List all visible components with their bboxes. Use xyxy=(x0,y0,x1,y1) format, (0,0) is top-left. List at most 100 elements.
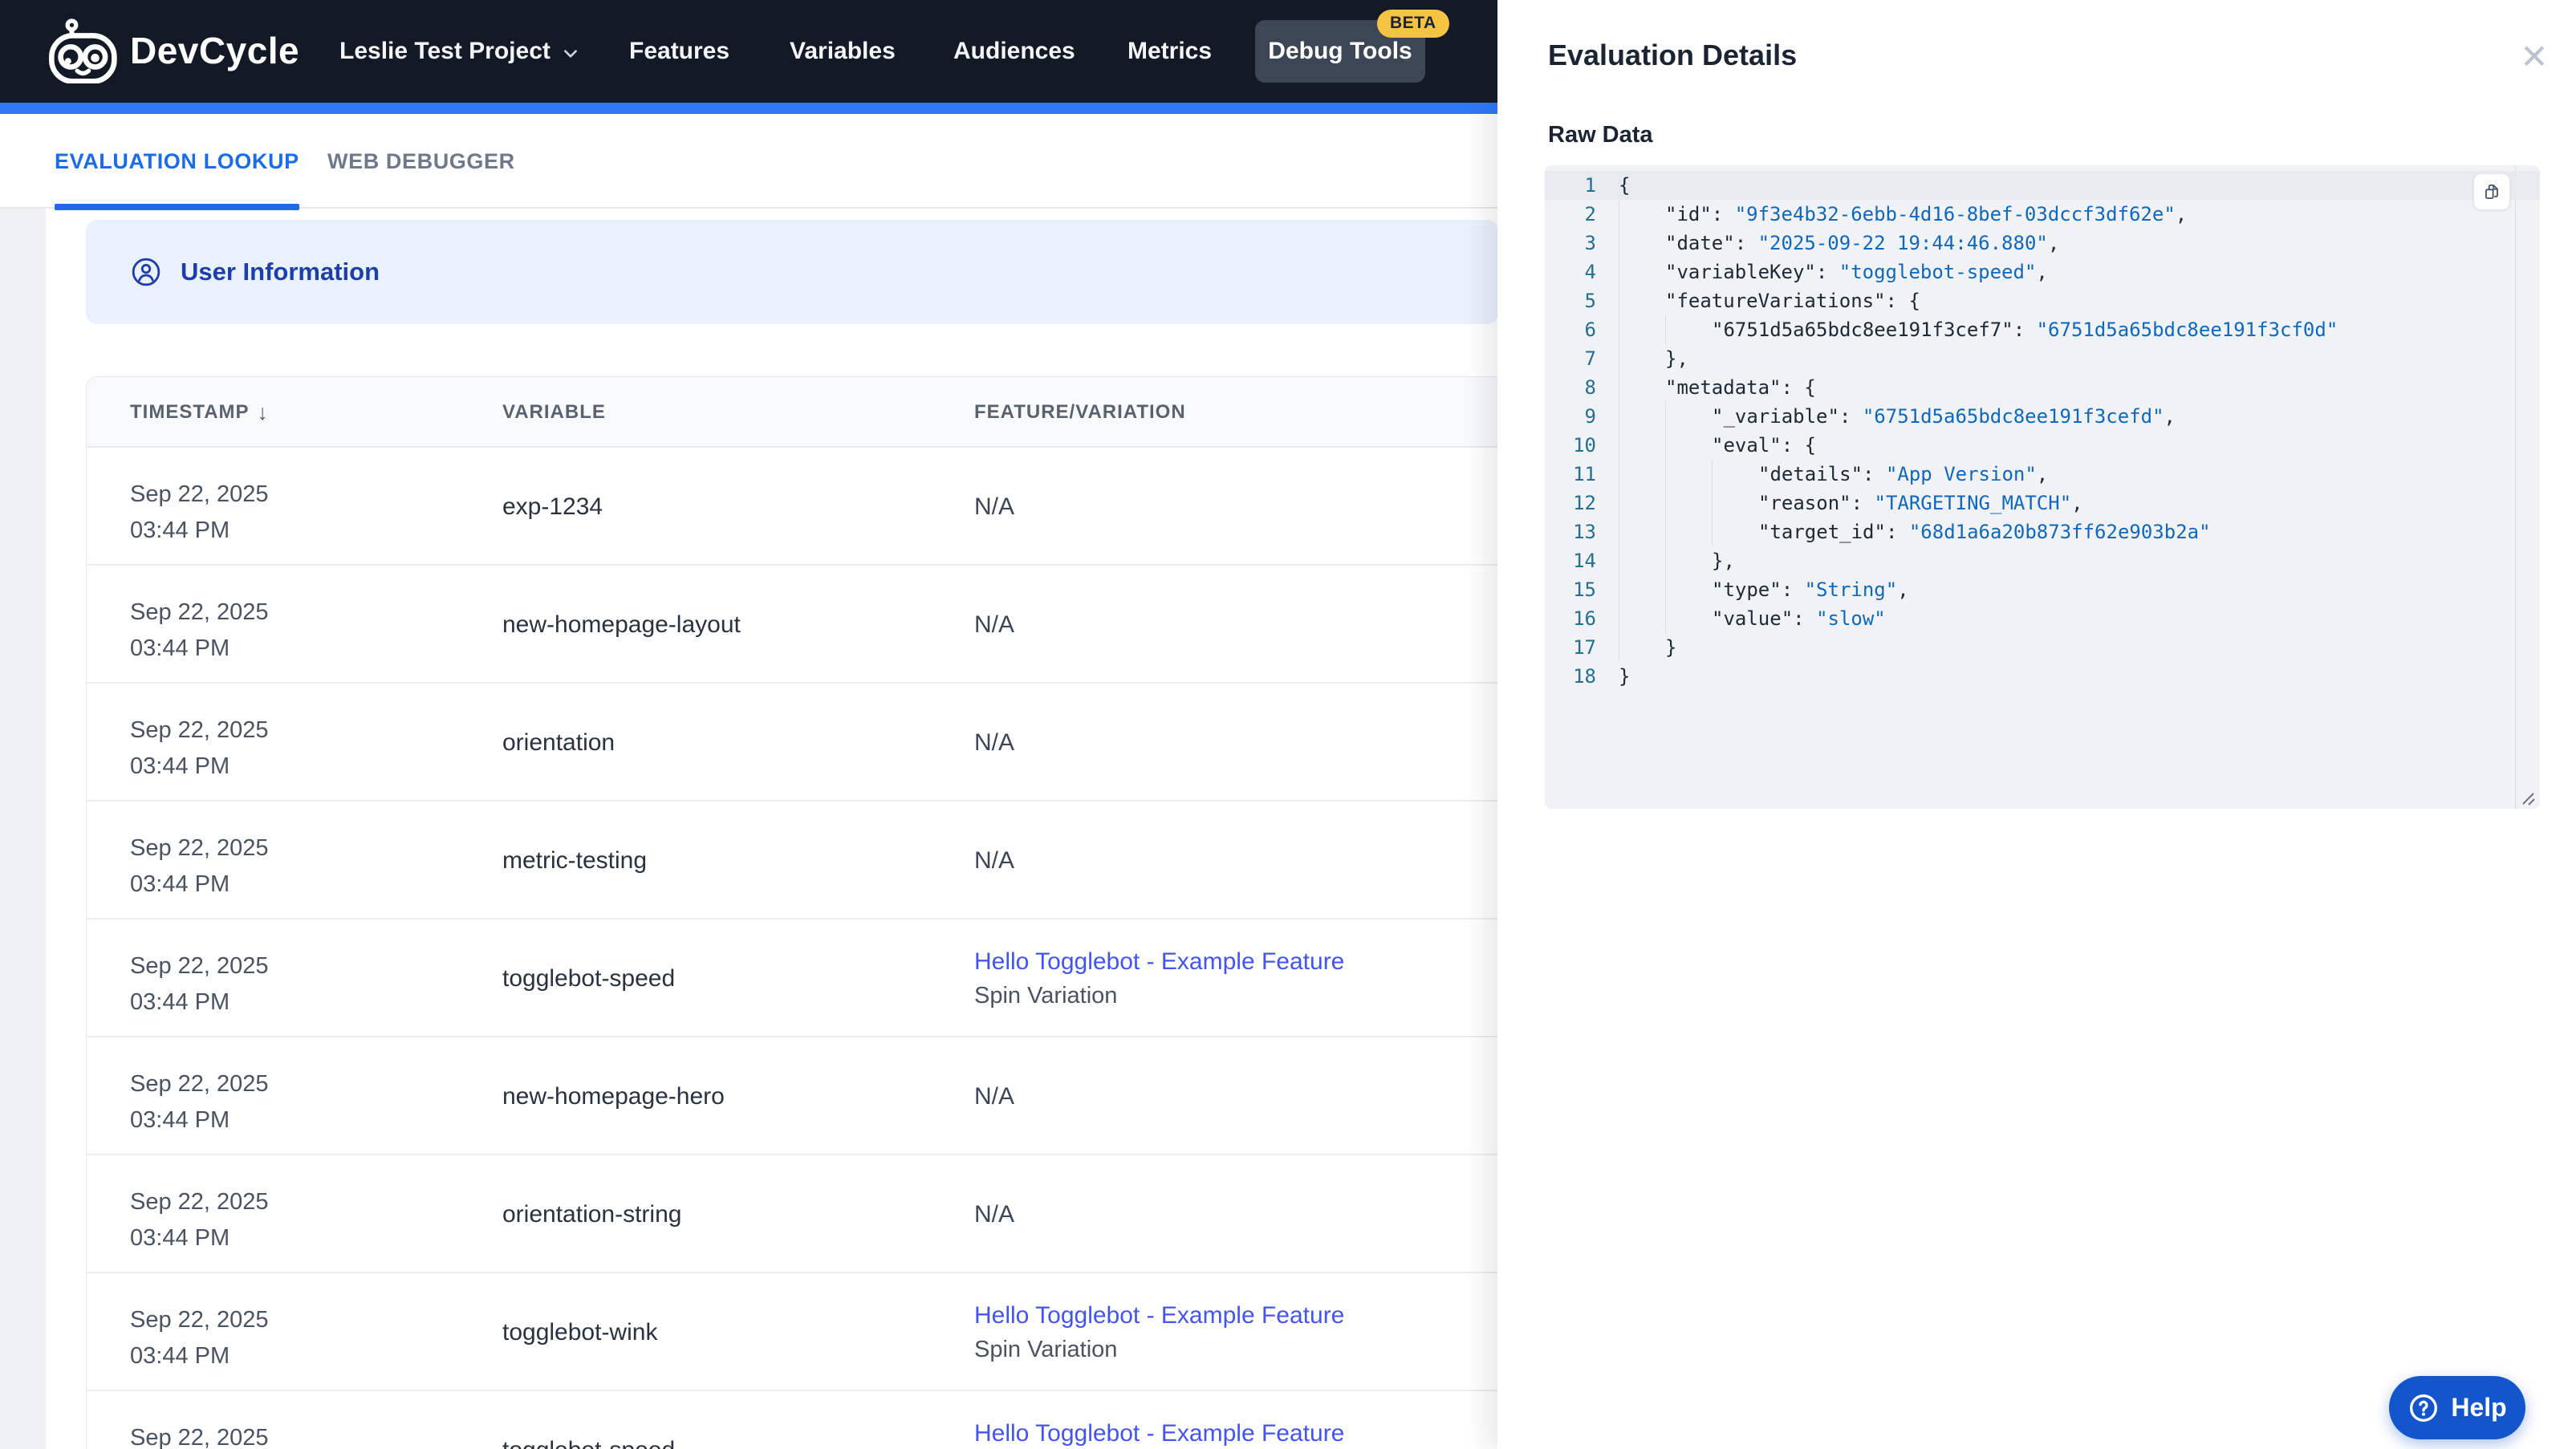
feature-na-value: N/A xyxy=(974,493,1015,520)
feature-cell: N/A xyxy=(974,802,1014,919)
help-button[interactable]: Help xyxy=(2389,1376,2525,1439)
table-header: TIMESTAMP ↓ VARIABLE FEATURE/VARIATION xyxy=(87,377,1497,448)
table-row[interactable]: Sep 22, 2025 03:44 PM metric-testing N/A xyxy=(87,802,1497,919)
feature-cell: N/A xyxy=(974,684,1014,802)
line-number: 17 xyxy=(1573,636,1596,659)
table-row[interactable]: Sep 22, 2025 03:44 PM orientation-string N/… xyxy=(87,1155,1497,1273)
feature-cell: Hello Togglebot - Example FeatureSpin Va… xyxy=(974,1273,1344,1391)
line-number: 12 xyxy=(1573,492,1596,514)
panel-title: Evaluation Details xyxy=(1548,39,1798,71)
page-gutter xyxy=(0,209,46,1449)
code-text: "date": "2025-09-22 19:44:46.880", xyxy=(1619,229,2059,258)
feature-link[interactable]: Hello Togglebot - Example Feature xyxy=(974,945,1344,979)
chevron-down-icon xyxy=(563,50,577,58)
column-header-timestamp[interactable]: TIMESTAMP ↓ xyxy=(130,377,269,448)
raw-data-label: Raw Data xyxy=(1548,122,1653,148)
variable-cell: new-homepage-layout xyxy=(502,611,741,638)
code-text: } xyxy=(1619,665,1631,688)
main-content: User Information TIMESTAMP ↓ VARIABLE FE… xyxy=(46,209,1497,1449)
timestamp-cell: Sep 22, 202503:44 PM xyxy=(130,481,269,543)
variable-cell: orientation-string xyxy=(502,1200,682,1228)
feature-cell: N/A xyxy=(974,1155,1014,1273)
code-text: { xyxy=(1619,174,1631,197)
feature-cell: N/A xyxy=(974,1037,1014,1155)
nav-item-metrics[interactable]: Metrics xyxy=(1128,0,1212,103)
code-text: "eval": { xyxy=(1619,431,1816,460)
line-number: 9 xyxy=(1584,405,1596,428)
variable-cell: togglebot-speed xyxy=(502,964,676,992)
column-header-variable: VARIABLE xyxy=(502,377,606,448)
evaluations-table: TIMESTAMP ↓ VARIABLE FEATURE/VARIATION S… xyxy=(86,376,1497,1449)
feature-na-value: N/A xyxy=(974,1082,1015,1110)
beta-badge: BETA xyxy=(1377,10,1449,38)
table-row[interactable]: Sep 22, 2025 03:44 PM togglebot-wink Hello … xyxy=(87,1273,1497,1391)
line-number: 7 xyxy=(1584,347,1596,370)
line-number: 2 xyxy=(1584,203,1596,225)
code-text: "variableKey": "togglebot-speed", xyxy=(1619,258,2048,286)
feature-cell: Hello Togglebot - Example FeatureSpin Va… xyxy=(974,1391,1344,1449)
help-button-label: Help xyxy=(2451,1393,2507,1422)
column-header-feature: FEATURE/VARIATION xyxy=(974,377,1186,448)
feature-cell: N/A xyxy=(974,448,1014,566)
user-information-title: User Information xyxy=(181,258,380,286)
code-line: 1{ xyxy=(1545,171,2540,200)
resize-handle-icon[interactable] xyxy=(2517,788,2537,807)
timestamp-cell: Sep 22, 202503:44 PM xyxy=(130,835,269,897)
code-text: "featureVariations": { xyxy=(1619,286,1920,315)
variation-label: Spin Variation xyxy=(974,982,1118,1009)
line-number: 13 xyxy=(1573,521,1596,543)
nav-item-audiences[interactable]: Audiences xyxy=(953,0,1075,103)
table-body: Sep 22, 2025 03:44 PM exp-1234 N/A Sep 22, 2… xyxy=(87,448,1497,1449)
table-row[interactable]: Sep 22, 2025 03:44 PM new-homepage-layout N… xyxy=(87,566,1497,684)
feature-link[interactable]: Hello Togglebot - Example Feature xyxy=(974,1417,1344,1449)
feature-cell: N/A xyxy=(974,566,1014,684)
code-text: }, xyxy=(1619,546,1735,575)
table-row[interactable]: Sep 22, 2025 03:44 PM orientation N/A xyxy=(87,684,1497,802)
line-number: 3 xyxy=(1584,232,1596,254)
table-row[interactable]: Sep 22, 2025 03:44 PM new-homepage-hero N/A xyxy=(87,1037,1497,1155)
code-text: "_variable": "6751d5a65bdc8ee191f3cefd", xyxy=(1619,402,2176,431)
line-number: 1 xyxy=(1584,174,1596,197)
code-line: 18} xyxy=(1545,662,2540,691)
timestamp-cell: Sep 22, 202503:44 PM xyxy=(130,717,269,779)
timestamp-cell: Sep 22, 202503:44 PM xyxy=(130,1071,269,1133)
variable-header-label: VARIABLE xyxy=(502,401,606,423)
code-text: "6751d5a65bdc8ee191f3cef7": "6751d5a65bd… xyxy=(1619,315,2338,344)
feature-na-value: N/A xyxy=(974,1200,1015,1228)
feature-cell: Hello Togglebot - Example Feature Spin Va… xyxy=(974,919,1344,1037)
code-line: 17} xyxy=(1545,633,2540,662)
timestamp-cell: Sep 22, 202503:44 PM xyxy=(130,599,269,661)
devcycle-logo[interactable]: DevCycle xyxy=(48,18,299,83)
table-row[interactable]: Sep 22, 202503:44 PM togglebot-speed Hello… xyxy=(87,919,1497,1037)
timestamp-cell: Sep 22, 202503:44 PM xyxy=(130,1425,269,1449)
variable-cell: exp-1234 xyxy=(502,493,603,520)
feature-na-value: N/A xyxy=(974,846,1015,874)
table-row[interactable]: Sep 22, 202503:44 PM togglebot-speed Hello… xyxy=(87,1391,1497,1449)
line-number: 8 xyxy=(1584,376,1596,399)
line-number: 5 xyxy=(1584,290,1596,312)
nav-item-features[interactable]: Features xyxy=(629,0,729,103)
user-information-banner[interactable]: User Information xyxy=(86,220,1497,324)
nav-item-variables[interactable]: Variables xyxy=(790,0,896,103)
code-line: 9 "_variable": "6751d5a65bdc8ee191f3cefd"… xyxy=(1545,402,2540,431)
tab-web-debugger[interactable]: WEB DEBUGGER xyxy=(327,114,515,209)
tab-evaluation-lookup[interactable]: EVALUATION LOOKUP xyxy=(55,114,299,210)
code-text: "details": "App Version", xyxy=(1619,460,2048,489)
copy-button[interactable] xyxy=(2473,173,2510,210)
brand-name: DevCycle xyxy=(130,30,300,71)
close-icon[interactable]: ✕ xyxy=(2512,34,2557,79)
line-number: 4 xyxy=(1584,261,1596,283)
table-row[interactable]: Sep 22, 2025 03:44 PM exp-1234 N/A xyxy=(87,448,1497,566)
code-text: "target_id": "68d1a6a20b873ff62e903b2a" xyxy=(1619,518,2211,546)
code-lines: 1{2 "id": "9f3e4b32-6ebb-4d16-8bef-03dccf… xyxy=(1545,171,2540,691)
code-text: } xyxy=(1619,633,1676,662)
feature-link[interactable]: Hello Togglebot - Example Feature xyxy=(974,1299,1344,1333)
line-number: 11 xyxy=(1573,463,1596,485)
devcycle-robot-icon xyxy=(49,18,117,83)
code-text: }, xyxy=(1619,344,1688,373)
feature-na-value: N/A xyxy=(974,729,1015,756)
project-selector[interactable]: Leslie Test Project xyxy=(339,0,579,103)
variable-cell: togglebot-speed xyxy=(502,1391,675,1449)
app-root: DevCycle Leslie Test Project Features Va… xyxy=(0,0,2576,1449)
sort-descending-icon: ↓ xyxy=(257,400,270,424)
